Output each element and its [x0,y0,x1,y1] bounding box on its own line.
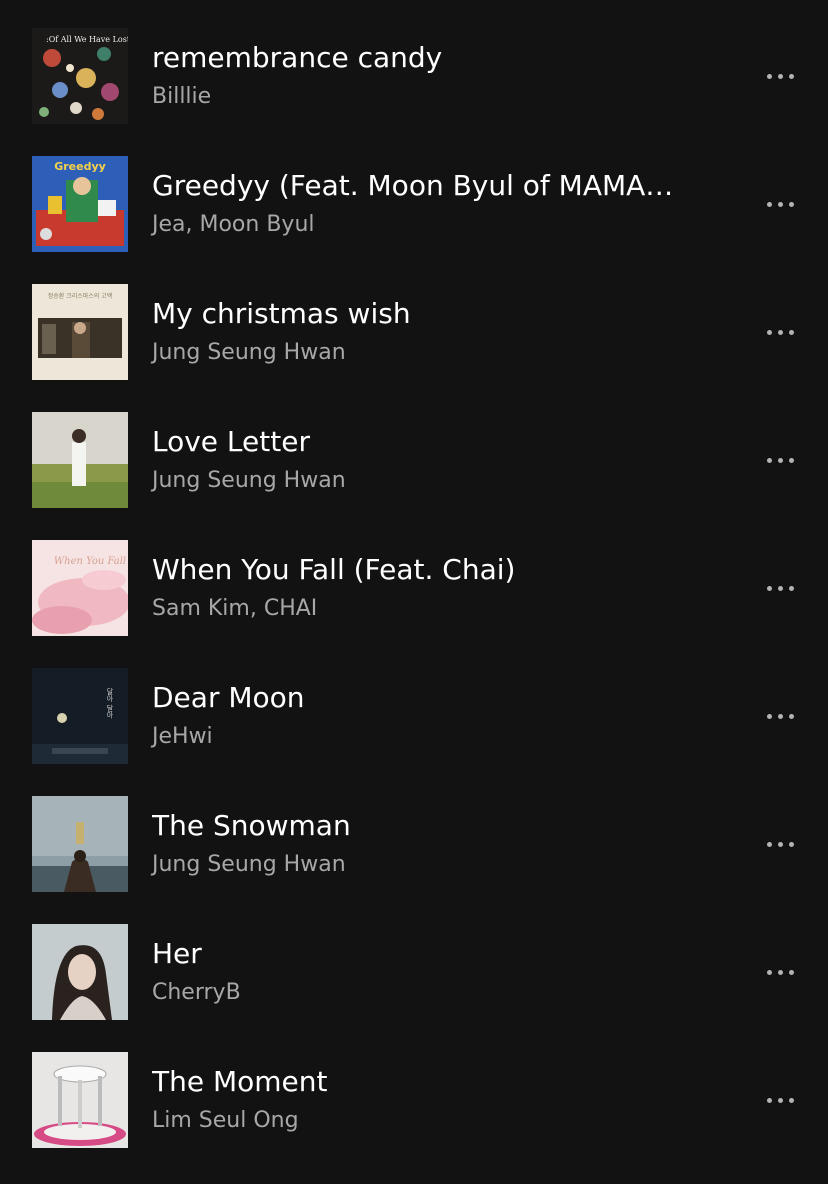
album-cover: 정승환 크리스마스의 고백 [32,284,128,380]
album-cover [32,796,128,892]
more-options-icon[interactable] [760,702,800,730]
album-cover: When You Fall [32,540,128,636]
cover-text: When You Fall [54,556,126,567]
track-row[interactable]: When You Fall When You Fall (Feat. Chai)… [0,540,828,668]
more-options-icon[interactable] [760,190,800,218]
track-title: remembrance candy [152,41,443,74]
album-cover: :Of All We Have Lost [32,28,128,124]
more-options-icon[interactable] [760,574,800,602]
cover-text: :Of All We Have Lost [46,35,128,44]
album-cover [32,412,128,508]
track-title: My christmas wish [152,297,411,330]
track-artist: Sam Kim, CHAI [152,596,318,621]
album-cover: 달아 달아 [32,668,128,764]
more-options-icon[interactable] [760,1086,800,1114]
more-options-icon[interactable] [760,62,800,90]
track-list: :Of All We Have Lost remembrance candy B… [0,28,828,1180]
track-title: Love Letter [152,425,310,458]
more-options-icon[interactable] [760,446,800,474]
track-row[interactable]: Her CherryB [0,924,828,1052]
track-title: Dear Moon [152,681,305,714]
track-artist: Jung Seung Hwan [152,340,346,365]
track-artist: Jung Seung Hwan [152,468,346,493]
track-title: When You Fall (Feat. Chai) [152,553,516,586]
track-row[interactable]: The Snowman Jung Seung Hwan [0,796,828,924]
more-options-icon[interactable] [760,958,800,986]
more-options-icon[interactable] [760,830,800,858]
track-title: Her [152,937,202,970]
track-title: The Snowman [152,809,351,842]
album-cover [32,924,128,1020]
track-row[interactable]: The Moment Lim Seul Ong [0,1052,828,1180]
track-artist: JeHwi [152,724,213,749]
track-artist: CherryB [152,980,241,1005]
track-row[interactable]: Love Letter Jung Seung Hwan [0,412,828,540]
track-artist: Jea, Moon Byul [152,212,315,237]
more-options-icon[interactable] [760,318,800,346]
cover-text: Greedyy [54,160,106,173]
track-row[interactable]: Greedyy Greedyy (Feat. Moon Byul of MAMA… [0,156,828,284]
cover-text: 달아 달아 [106,688,114,719]
track-artist: Jung Seung Hwan [152,852,346,877]
track-artist: Lim Seul Ong [152,1108,299,1133]
album-cover: Greedyy [32,156,128,252]
track-artist: Billlie [152,84,212,109]
track-title: The Moment [152,1065,328,1098]
track-title: Greedyy (Feat. Moon Byul of MAMA… [152,169,674,202]
track-row[interactable]: 정승환 크리스마스의 고백 My christmas wish Jung Seu… [0,284,828,412]
cover-text: 정승환 크리스마스의 고백 [48,292,113,300]
album-cover [32,1052,128,1148]
track-row[interactable]: 달아 달아 Dear Moon JeHwi [0,668,828,796]
track-row[interactable]: :Of All We Have Lost remembrance candy B… [0,28,828,156]
